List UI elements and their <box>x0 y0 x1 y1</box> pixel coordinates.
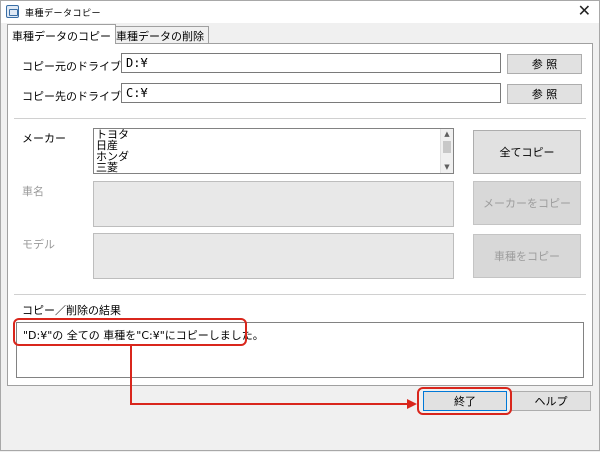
dialog-window: 車種データコピー ✕ 車種データのコピー 車種データの削除 コピー元のドライブ … <box>0 0 600 451</box>
annotation-arrow <box>130 346 417 409</box>
tab-copy[interactable]: 車種データのコピー <box>7 24 116 44</box>
